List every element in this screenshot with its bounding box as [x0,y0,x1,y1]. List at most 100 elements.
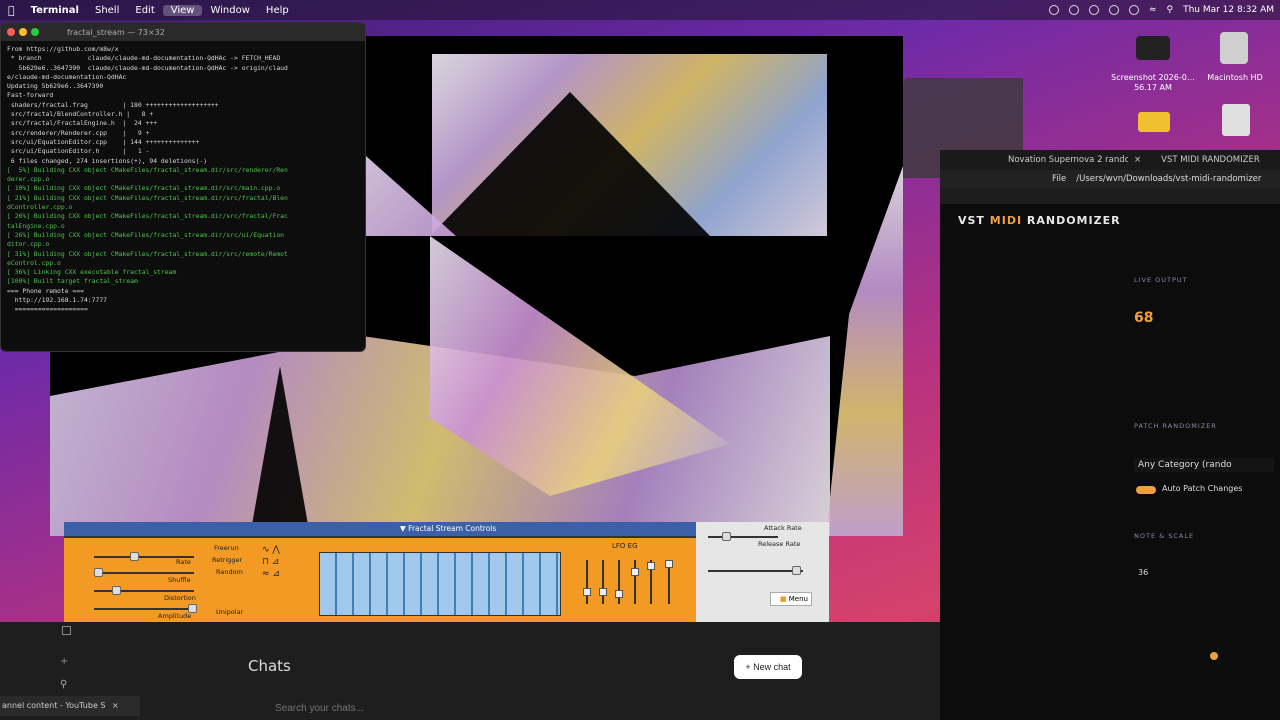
status-icon[interactable] [1128,5,1139,15]
status-icon[interactable] [1108,5,1119,15]
fractal-controls-panel[interactable]: ▼ Fractal Stream Controls Rate Shuffle D… [64,522,829,624]
keyboard-display[interactable] [319,552,561,616]
freerun-button[interactable]: Freerun [214,544,239,552]
screenshot-thumbnail-icon [1136,36,1170,60]
unipolar-button[interactable]: Unipolar [216,608,243,616]
terminal-line: [ 5%] Building CXX object CMakeFiles/fra… [7,165,288,174]
add-icon[interactable]: + [60,656,68,667]
lfo-fader-s-handle[interactable] [615,590,623,598]
shuffle-slider[interactable] [94,572,194,574]
lfo-fader-a[interactable] [586,560,588,604]
gain-slider[interactable] [708,570,803,572]
terminal-line: ditor.cpp.o [7,240,50,249]
terminal-line: From https://github.com/m8w/x [7,45,119,53]
terminal-line: src/ui/EquationEditor.cpp | 144 ++++++++… [7,137,200,146]
ramp-wave-icon[interactable]: ⊿ [272,569,280,579]
square-wave-icon[interactable]: ⊓ [262,557,269,567]
status-icon[interactable] [1068,5,1079,15]
terminal-titlebar[interactable]: fractal_stream — 73×32 [1,23,365,41]
amplitude-slider[interactable] [94,608,194,610]
lfo-fader-d[interactable] [602,560,604,604]
browser-tab-youtube[interactable]: annel content - YouTube S × + [0,696,140,716]
search-icon[interactable]: ⚲ [1166,5,1173,15]
new-chat-button[interactable]: + New chat [734,655,802,679]
retrigger-button[interactable]: Retrigger [212,556,242,564]
menu-button[interactable]: ■ Menu [770,592,812,606]
terminal-line: derer.cpp.o [7,175,50,184]
close-tab-icon[interactable]: × [112,701,119,710]
gain-slider-handle[interactable] [792,566,801,575]
menu-bar:  Terminal Shell Edit View Window Help ≈… [0,0,1280,20]
envelope-section: Attack Rate Release Rate ■ Menu [696,522,829,624]
collapse-arrow-icon[interactable]: ▼ [400,524,406,533]
apple-icon[interactable]:  [0,4,23,17]
menu-view[interactable]: View [162,4,203,16]
close-button[interactable] [7,28,15,36]
minimize-button[interactable] [19,28,27,36]
terminal-line: Updating 5b629e6..3647390 [7,82,104,91]
root-note-input[interactable]: 36 [1138,568,1148,577]
lfo-fader-r-handle[interactable] [631,568,639,576]
zoom-button[interactable] [31,28,39,36]
waveform-selector[interactable]: ∿ ⋀ ⊓ ⊿ ≈ ⊿ [262,544,302,604]
shuffle-slider-handle[interactable] [94,568,103,577]
rate-slider-handle[interactable] [130,552,139,561]
terminal-output[interactable]: From https://github.com/m8w/x * branch c… [1,41,365,351]
desktop-icon-hd[interactable] [1220,32,1248,64]
lfo-fader-e-handle[interactable] [647,562,655,570]
terminal-line: [ 21%] Building CXX object CMakeFiles/fr… [7,193,288,202]
sine-wave-icon[interactable]: ∿ [262,545,270,555]
menu-edit[interactable]: Edit [127,5,162,16]
sidebar-toggle-icon[interactable] [62,626,71,635]
close-tab-icon[interactable]: × [1134,155,1141,165]
lfo-eg-label: LFO EG [612,542,638,550]
browser-window[interactable]: Novation Supernova 2 rando × VST MIDI RA… [940,150,1280,720]
hard-drive-icon [1220,32,1248,64]
desktop-folder-icon[interactable] [1138,112,1170,132]
status-icon[interactable] [1088,5,1099,15]
desktop-drive-icon[interactable] [1222,104,1250,136]
lfo-fader-d-handle[interactable] [599,588,607,596]
terminal-line: eControl.cpp.o [7,258,61,267]
menu-help[interactable]: Help [258,5,297,16]
terminal-line: [100%] Built target fractal_stream [7,277,138,286]
lfo-fader-f-handle[interactable] [665,560,673,568]
category-select[interactable]: Any Category (rando [1134,458,1274,472]
menu-window[interactable]: Window [202,5,257,16]
terminal-line: src/ui/EquationEditor.h | 1 - [7,147,150,156]
live-output-value: 68 [1134,310,1154,326]
lfo-fader-a-handle[interactable] [583,588,591,596]
noise-wave-icon[interactable]: ≈ [262,569,270,579]
saw-wave-icon[interactable]: ⊿ [272,557,280,567]
random-button[interactable]: Random [216,568,243,576]
release-label: Release Rate [758,540,801,548]
auto-patch-toggle[interactable] [1136,486,1156,494]
search-chats-input[interactable] [275,703,575,714]
url-text[interactable]: /Users/wvn/Downloads/vst-midi-randomizer [1076,174,1261,184]
desktop-icon-screenshot[interactable] [1136,36,1170,60]
distortion-label: Distortion [164,594,196,602]
terminal-line: http://192.168.1.74:7777 [7,296,108,305]
attack-slider[interactable] [708,536,778,538]
lfo-fader-r[interactable] [634,560,636,604]
bookmarks-bar [940,188,1280,204]
search-icon[interactable]: ⚲ [60,679,67,690]
wifi-icon[interactable]: ≈ [1149,5,1157,15]
distortion-slider-handle[interactable] [112,586,121,595]
menu-shell[interactable]: Shell [87,5,127,16]
slider-handle[interactable] [1210,652,1218,660]
terminal-window[interactable]: fractal_stream — 73×32 From https://gith… [0,22,366,352]
address-bar[interactable]: File /Users/wvn/Downloads/vst-midi-rando… [940,170,1280,188]
clock[interactable]: Thu Mar 12 8:32 AM [1183,5,1274,15]
menu-app-name[interactable]: Terminal [23,5,87,16]
attack-slider-handle[interactable] [722,532,731,541]
browser-tabbar: Novation Supernova 2 rando × VST MIDI RA… [940,150,1280,170]
controls-body: Rate Shuffle Distortion Amplitude Freeru… [64,522,829,624]
terminal-line: [ 31%] Building CXX object CMakeFiles/fr… [7,249,288,258]
distortion-slider[interactable] [94,590,194,592]
tab-vst-midi[interactable]: VST MIDI RANDOMIZER [1147,155,1260,165]
tab-novation[interactable]: Novation Supernova 2 rando [1008,155,1128,165]
status-icon[interactable] [1048,5,1059,15]
triangle-wave-icon[interactable]: ⋀ [272,545,279,555]
tab-title: annel content - YouTube S [2,701,106,710]
